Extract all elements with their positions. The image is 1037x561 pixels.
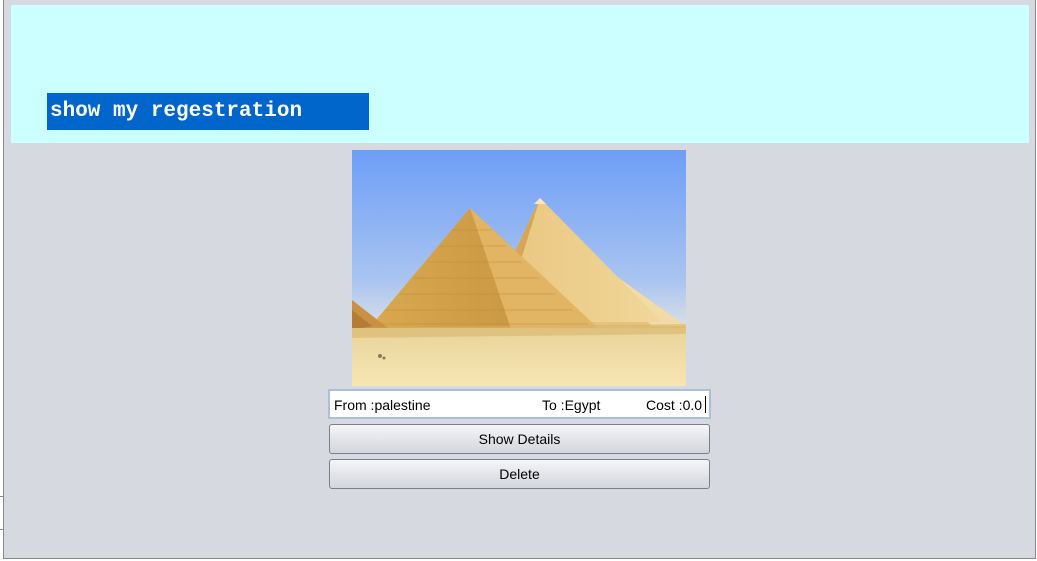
- show-details-button[interactable]: Show Details: [329, 424, 710, 454]
- text-caret: [705, 396, 706, 413]
- from-text: From :palestine: [334, 397, 431, 413]
- cost-text: Cost :0.0: [646, 397, 703, 413]
- to-text: To :Egypt: [542, 397, 601, 413]
- page-title: show my regestration: [47, 93, 369, 130]
- trip-summary-field[interactable]: From :palestine To :Egypt Cost :0.0: [328, 389, 711, 419]
- delete-button[interactable]: Delete: [329, 459, 710, 489]
- pyramids-image: [352, 150, 686, 386]
- header-panel: show my regestration: [11, 5, 1029, 143]
